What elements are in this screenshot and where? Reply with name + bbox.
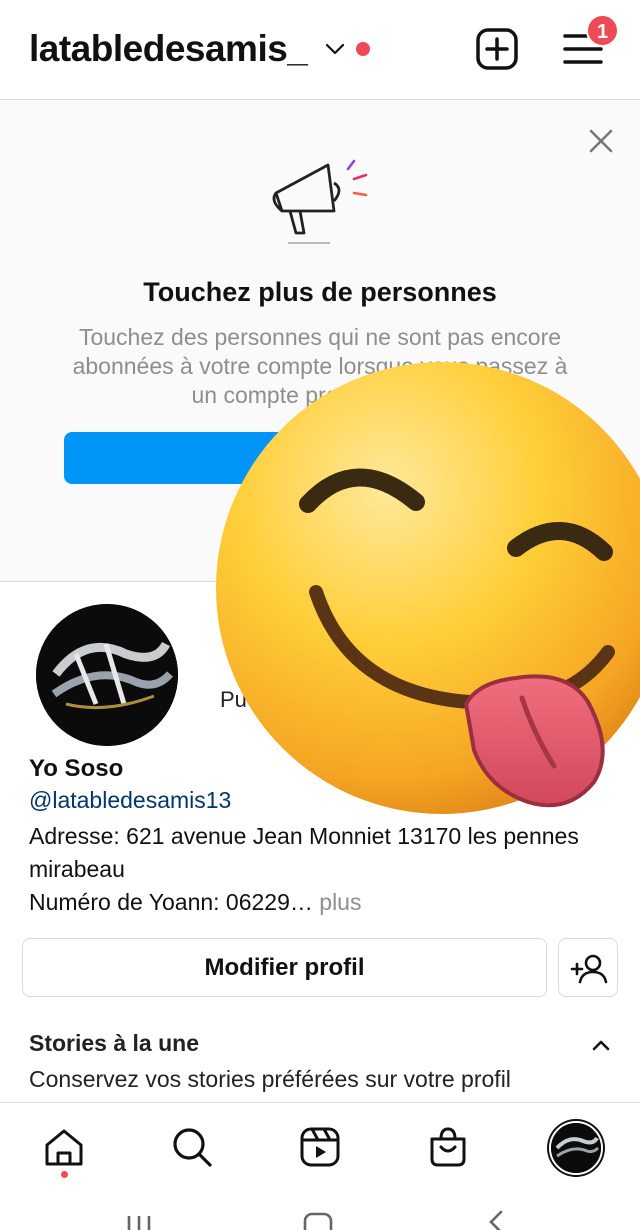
home-notification-dot <box>61 1171 68 1178</box>
chevron-up-icon[interactable] <box>590 1034 612 1056</box>
new-post-icon[interactable] <box>474 26 520 72</box>
home-icon[interactable] <box>42 1125 86 1169</box>
search-icon[interactable] <box>170 1125 214 1169</box>
reels-icon[interactable] <box>298 1125 342 1169</box>
bio-address: Adresse: 621 avenue Jean Monniet 13170 l… <box>29 823 579 882</box>
more-link[interactable]: plus <box>313 889 361 915</box>
bio-phone-text: Numéro de Yoann: 06229… <box>29 889 313 915</box>
shop-icon[interactable] <box>426 1125 470 1169</box>
promo-title: Touchez plus de personnes <box>143 277 497 307</box>
notification-badge: 1 <box>586 14 619 47</box>
recent-apps-icon[interactable] <box>125 1214 153 1230</box>
megaphone-icon <box>272 159 368 244</box>
profile-tab-avatar[interactable] <box>549 1121 603 1175</box>
chevron-down-icon[interactable] <box>324 38 346 60</box>
top-header: latabledesamis_ 1 <box>0 0 640 100</box>
edit-profile-button[interactable]: Modifier profil <box>22 938 547 997</box>
add-user-icon <box>570 954 608 984</box>
back-icon[interactable] <box>485 1210 507 1230</box>
profile-name: Yo Soso <box>29 755 124 782</box>
highlights-title: Stories à la une <box>29 1030 200 1056</box>
system-navigation-bar <box>0 1192 640 1230</box>
highlights-subtitle: Conservez vos stories préférées sur votr… <box>29 1066 511 1092</box>
profile-bio: Adresse: 621 avenue Jean Monniet 13170 l… <box>29 820 599 919</box>
avatar-image <box>36 604 178 746</box>
avatar-image-small <box>551 1123 601 1173</box>
discover-people-button[interactable] <box>558 938 618 997</box>
profile-link[interactable]: @latabledesamis13 <box>29 787 231 814</box>
unread-dot <box>356 42 370 56</box>
profile-avatar[interactable] <box>36 604 178 746</box>
bio-phone: Numéro de Yoann: 06229… plus <box>29 886 599 919</box>
account-username[interactable]: latabledesamis_ <box>29 28 308 70</box>
close-icon[interactable] <box>587 127 615 155</box>
home-button-icon[interactable] <box>303 1212 333 1230</box>
bottom-navigation <box>0 1102 640 1192</box>
tongue-out-emoji-sticker <box>216 362 640 814</box>
